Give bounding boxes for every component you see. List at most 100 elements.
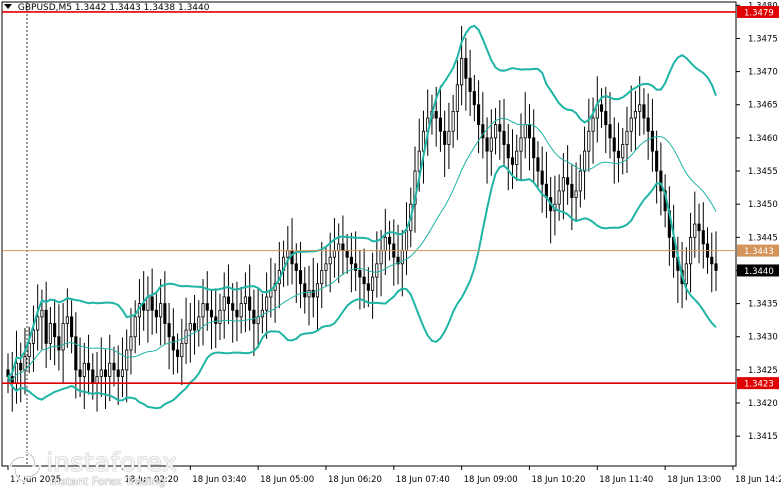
candle-body — [527, 124, 532, 139]
candle-body — [684, 263, 688, 285]
x-tick-label: 18 Jun 07:40 — [396, 475, 450, 485]
candle-body — [701, 230, 705, 245]
candle-body — [383, 236, 387, 251]
y-tick-label: 1.3455 — [748, 167, 778, 177]
candle-body — [243, 296, 247, 305]
candle-body — [120, 369, 125, 377]
candle-body — [536, 157, 540, 172]
candle-body — [485, 137, 489, 152]
candle-body — [252, 309, 256, 324]
x-tick-label: 18 Jun 10:20 — [531, 475, 585, 485]
candle-body — [417, 150, 421, 172]
candle-body — [557, 190, 561, 205]
y-tick-label: 1.3450 — [748, 200, 778, 210]
candle-body — [468, 77, 472, 92]
candle-body — [91, 369, 95, 384]
y-tick-label: 1.3435 — [748, 300, 778, 310]
candle-body — [693, 223, 697, 238]
candle-body — [714, 263, 718, 271]
candle-body — [248, 296, 252, 311]
x-tick-label: 17 Jun 2025 — [10, 475, 61, 485]
candle-body — [19, 362, 23, 371]
candle-body — [286, 250, 290, 258]
ohlc-values: 1.3442 1.3443 1.3438 1.3440 — [74, 3, 210, 13]
candle-body — [201, 303, 205, 318]
candle-body — [86, 362, 91, 371]
candle-body — [74, 336, 78, 371]
candle-body — [222, 296, 226, 311]
collapse-triangle-icon[interactable] — [4, 4, 12, 9]
candle-body — [108, 362, 112, 377]
candle-body — [633, 110, 638, 119]
candle-body — [489, 137, 493, 152]
candle-body — [27, 342, 31, 358]
candle-body — [265, 296, 269, 311]
candle-body — [150, 296, 154, 311]
candle-body — [112, 362, 116, 371]
candle-body — [197, 316, 201, 331]
candle-body — [14, 362, 19, 384]
candle-body — [404, 230, 409, 251]
candle-body — [447, 130, 451, 145]
candle-body — [192, 323, 197, 331]
candle-body — [337, 243, 341, 251]
candle-body — [642, 104, 646, 119]
y-tick-label: 1.3465 — [748, 101, 778, 111]
candle-body — [95, 376, 99, 384]
chart-window: 1.3415 1.3420 1.3425 1.3430 1.3435 1.3440 1.34… — [0, 0, 781, 489]
candle-body — [638, 104, 642, 112]
candle-body — [612, 137, 616, 152]
candle-body — [510, 157, 515, 165]
candle-body — [358, 270, 362, 278]
candle-body — [375, 263, 379, 278]
candle-body — [710, 256, 714, 265]
y-tick-label: 1.3460 — [748, 134, 778, 144]
candle-body — [515, 150, 519, 165]
x-tick-label: 18 Jun 13:00 — [667, 475, 721, 485]
candle-body — [53, 323, 57, 338]
candle-body — [460, 57, 464, 86]
chart-header: GBPUSD,M5 1.3442 1.3443 1.3438 1.3440 — [4, 3, 209, 13]
x-tick-label: 18 Jun 05:00 — [260, 475, 314, 485]
candle-body — [154, 309, 158, 318]
candle-body — [23, 356, 27, 371]
candle-body — [303, 283, 307, 298]
candle-body — [78, 369, 82, 377]
x-tick-label: 18 Jun 11:40 — [599, 475, 653, 485]
candle-body — [379, 250, 383, 265]
candle-body — [70, 316, 74, 338]
candle-body — [697, 223, 701, 232]
x-tick-label: 18 Jun 09:00 — [464, 475, 518, 485]
x-tick-label: 18 Jun 14:20 — [735, 475, 781, 485]
candle-body — [438, 117, 442, 132]
candle-body — [434, 110, 438, 119]
candle-body — [133, 316, 137, 338]
candle-body — [40, 309, 44, 318]
candle-body — [604, 110, 608, 126]
candle-body — [82, 362, 86, 377]
candle-body — [125, 349, 129, 371]
candle-body — [31, 329, 35, 344]
candle-body — [625, 130, 629, 145]
y-tick-label: 1.3470 — [748, 68, 778, 78]
candle-body — [235, 309, 239, 318]
candle-body — [523, 124, 527, 139]
candle-body — [48, 323, 52, 344]
candle-body — [578, 170, 582, 192]
candle-body — [214, 316, 218, 324]
candle-body — [561, 177, 565, 192]
x-tick-label: 18 Jun 02:20 — [124, 475, 178, 485]
symbol-label: GBPUSD,M5 — [17, 3, 73, 13]
candle-body — [608, 124, 612, 139]
y-tick-label: 1.3445 — [748, 233, 778, 243]
candle-body — [591, 117, 595, 132]
candle-body — [180, 342, 184, 358]
level-price-label: 1.3479 — [744, 8, 774, 18]
candle-body — [171, 336, 175, 351]
price-chart[interactable]: 1.3415 1.3420 1.3425 1.3430 1.3435 1.3440 1.34… — [0, 0, 781, 489]
candle-body — [65, 316, 69, 324]
candle-body — [307, 289, 311, 298]
candle-body — [324, 263, 328, 271]
candle-body — [464, 57, 468, 79]
candle-body — [57, 336, 61, 351]
